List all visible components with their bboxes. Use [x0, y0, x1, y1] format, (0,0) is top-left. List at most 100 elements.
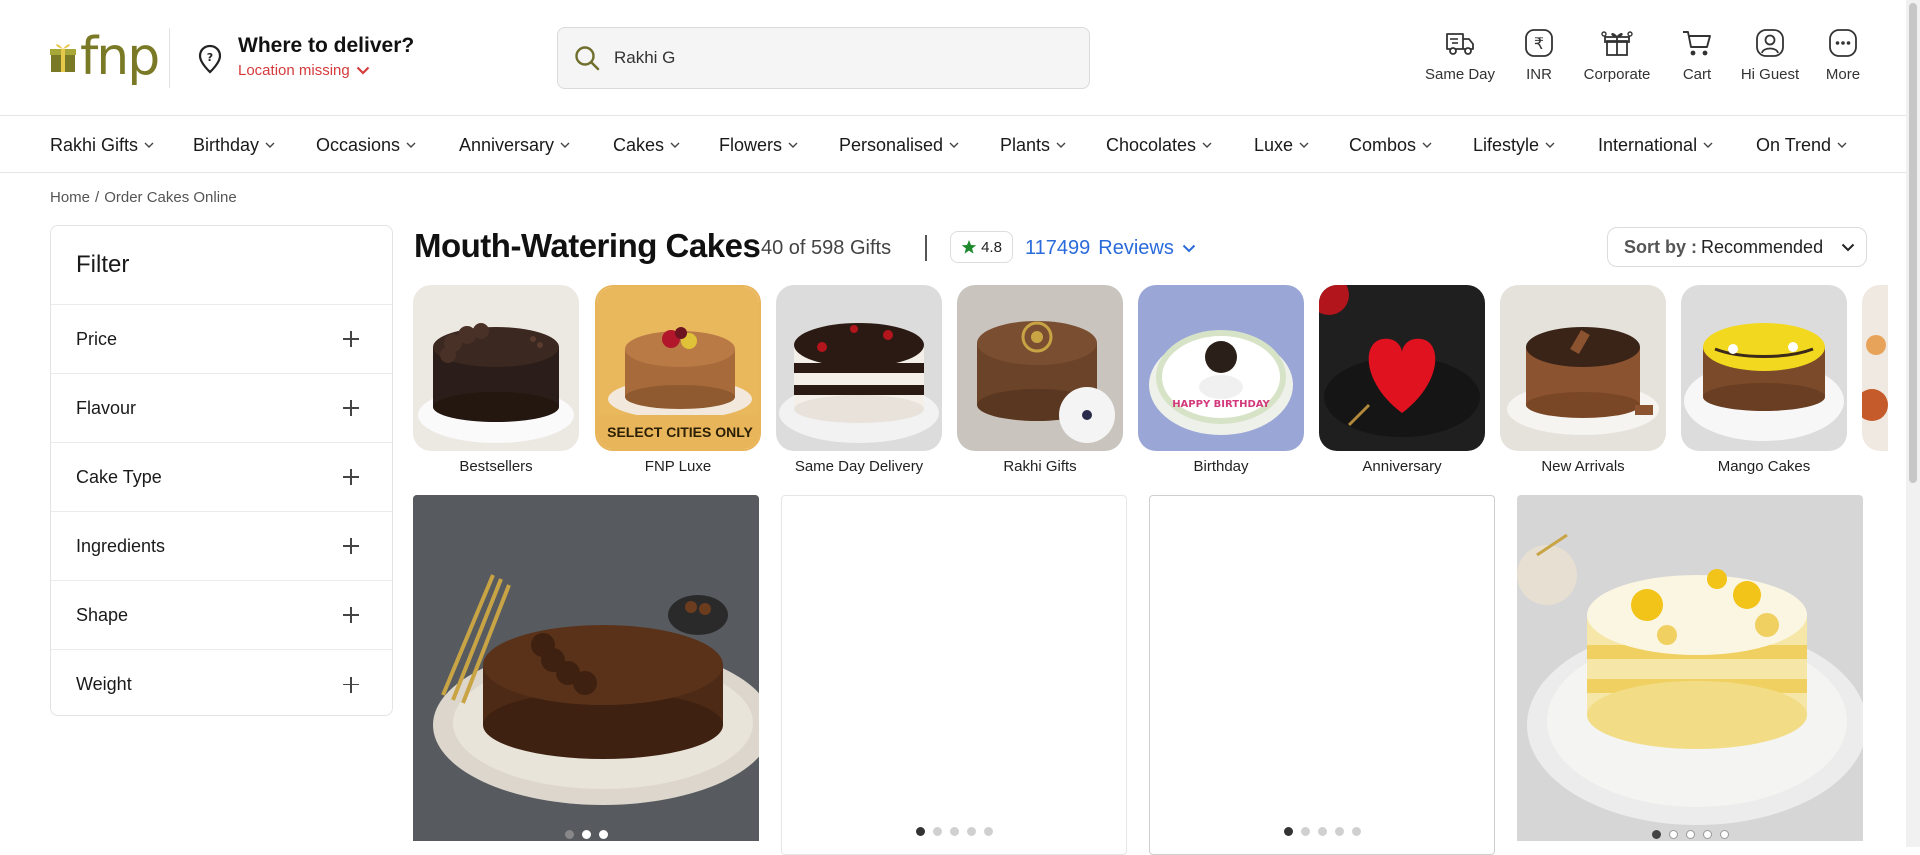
filter-flavour[interactable]: Flavour	[51, 374, 392, 443]
carousel-dot[interactable]	[1651, 830, 1661, 839]
category-birthday[interactable]: HAPPY BIRTHDAY Birthday	[1138, 285, 1304, 475]
nav-item-personalised[interactable]: Personalised	[839, 117, 959, 173]
carousel-dot[interactable]	[1300, 827, 1310, 836]
chevron-down-icon	[406, 142, 416, 148]
chevron-down-icon	[670, 142, 680, 148]
category-bestsellers[interactable]: Bestsellers	[413, 285, 579, 475]
title-divider	[925, 235, 927, 261]
sort-dropdown[interactable]: Sort by : Recommended	[1607, 227, 1867, 267]
carousel-dot[interactable]	[1334, 827, 1344, 836]
truck-icon	[1446, 33, 1474, 55]
corporate-button[interactable]: Corporate	[1572, 26, 1662, 83]
cart-icon	[1683, 31, 1711, 56]
more-button[interactable]: More	[1798, 26, 1888, 83]
nav-item-occasions[interactable]: Occasions	[316, 117, 416, 173]
nav-item-international[interactable]: International	[1598, 117, 1713, 173]
carousel-dots[interactable]	[413, 830, 759, 839]
util-label: INR	[1526, 66, 1552, 83]
gift-group-icon	[1601, 31, 1633, 56]
carousel-dot[interactable]	[1317, 827, 1327, 836]
logo-text: fnp	[80, 27, 160, 87]
nav-item-birthday[interactable]: Birthday	[193, 117, 275, 173]
top-header: fnp ? Where to deliver? Location missing	[0, 0, 1920, 116]
category-partial[interactable]	[1862, 285, 1888, 451]
product-card-loading[interactable]	[781, 495, 1127, 855]
nav-item-chocolates[interactable]: Chocolates	[1106, 117, 1212, 173]
nav-item-rakhi-gifts[interactable]: Rakhi Gifts	[50, 117, 154, 173]
category-anniversary[interactable]: Anniversary	[1319, 285, 1485, 475]
scrollbar-thumb[interactable]	[1909, 3, 1917, 483]
chevron-down-icon	[1837, 142, 1847, 148]
category-same-day-delivery[interactable]: Same Day Delivery	[776, 285, 942, 475]
nav-label: Luxe	[1254, 134, 1294, 155]
category-new-arrivals[interactable]: New Arrivals	[1500, 285, 1666, 475]
same-day-button[interactable]: Same Day	[1415, 26, 1505, 83]
carousel-dot[interactable]	[581, 830, 591, 839]
category-image	[413, 285, 579, 451]
fnp-logo[interactable]: fnp	[50, 27, 160, 87]
nav-item-lifestyle[interactable]: Lifestyle	[1473, 117, 1555, 173]
carousel-dot[interactable]	[1719, 830, 1729, 839]
nav-label: International	[1598, 134, 1698, 155]
carousel-dots[interactable]	[782, 827, 1126, 836]
carousel-dots[interactable]	[1150, 827, 1494, 836]
nav-label: Flowers	[719, 134, 783, 155]
plus-icon	[343, 538, 359, 554]
star-icon	[961, 240, 977, 254]
category-image	[1319, 285, 1485, 451]
delivery-location[interactable]: ? Where to deliver? Location missing	[196, 33, 414, 79]
carousel-dot[interactable]	[949, 827, 959, 836]
product-card[interactable]	[413, 495, 759, 855]
carousel-dot[interactable]	[1702, 830, 1712, 839]
carousel-dot[interactable]	[915, 827, 925, 836]
filter-panel: Filter Price Flavour Cake Type Ingredien…	[50, 225, 393, 716]
search-bar[interactable]	[557, 27, 1090, 89]
more-icon	[1829, 29, 1857, 57]
svg-text:?: ?	[207, 51, 213, 64]
carousel-dots[interactable]	[1517, 830, 1863, 839]
chevron-down-icon	[356, 66, 370, 75]
nav-item-combos[interactable]: Combos	[1349, 117, 1432, 173]
filter-cake-type[interactable]: Cake Type	[51, 443, 392, 512]
carousel-dot[interactable]	[1668, 830, 1678, 839]
page-scrollbar[interactable]	[1906, 0, 1920, 847]
location-missing-text: Location missing	[238, 62, 350, 79]
carousel-dot[interactable]	[1351, 827, 1361, 836]
category-image	[1862, 285, 1888, 451]
reviews-count: 117499	[1025, 237, 1091, 259]
filter-price[interactable]: Price	[51, 305, 392, 374]
carousel-dot[interactable]	[1685, 830, 1695, 839]
carousel-dot[interactable]	[1283, 827, 1293, 836]
filter-weight[interactable]: Weight	[51, 650, 392, 719]
nav-item-on-trend[interactable]: On Trend	[1756, 117, 1847, 173]
nav-item-plants[interactable]: Plants	[1000, 117, 1066, 173]
product-card[interactable]	[1517, 495, 1863, 855]
search-input[interactable]	[614, 48, 1054, 68]
breadcrumb-home-link[interactable]: Home	[50, 189, 90, 206]
carousel-dot[interactable]	[564, 830, 574, 839]
category-rakhi-gifts[interactable]: Rakhi Gifts	[957, 285, 1123, 475]
util-label: Cart	[1682, 66, 1712, 83]
nav-item-flowers[interactable]: Flowers	[719, 117, 798, 173]
category-label: Mango Cakes	[1717, 458, 1811, 475]
category-image: HAPPY BIRTHDAY	[1138, 285, 1304, 451]
carousel-dot[interactable]	[966, 827, 976, 836]
category-mango-cakes[interactable]: Mango Cakes	[1681, 285, 1847, 475]
carousel-dot[interactable]	[932, 827, 942, 836]
location-status[interactable]: Location missing	[238, 62, 414, 79]
product-card-loading[interactable]	[1149, 495, 1495, 855]
chevron-down-icon	[1703, 142, 1713, 148]
nav-item-anniversary[interactable]: Anniversary	[459, 117, 570, 173]
carousel-dot[interactable]	[598, 830, 608, 839]
category-fnp-luxe[interactable]: SELECT CITIES ONLY FNP Luxe	[595, 285, 761, 475]
filter-shape[interactable]: Shape	[51, 581, 392, 650]
breadcrumb-separator: /	[95, 189, 100, 206]
nav-item-luxe[interactable]: Luxe	[1254, 117, 1309, 173]
rupee-icon: ₹	[1525, 29, 1553, 57]
carousel-dot[interactable]	[983, 827, 993, 836]
filter-ingredients[interactable]: Ingredients	[51, 512, 392, 581]
nav-item-cakes[interactable]: Cakes	[613, 117, 680, 173]
reviews-dropdown[interactable]: 117499 Reviews	[1025, 237, 1196, 260]
nav-label: Occasions	[316, 134, 401, 155]
currency-button[interactable]: ₹ INR	[1494, 26, 1584, 83]
